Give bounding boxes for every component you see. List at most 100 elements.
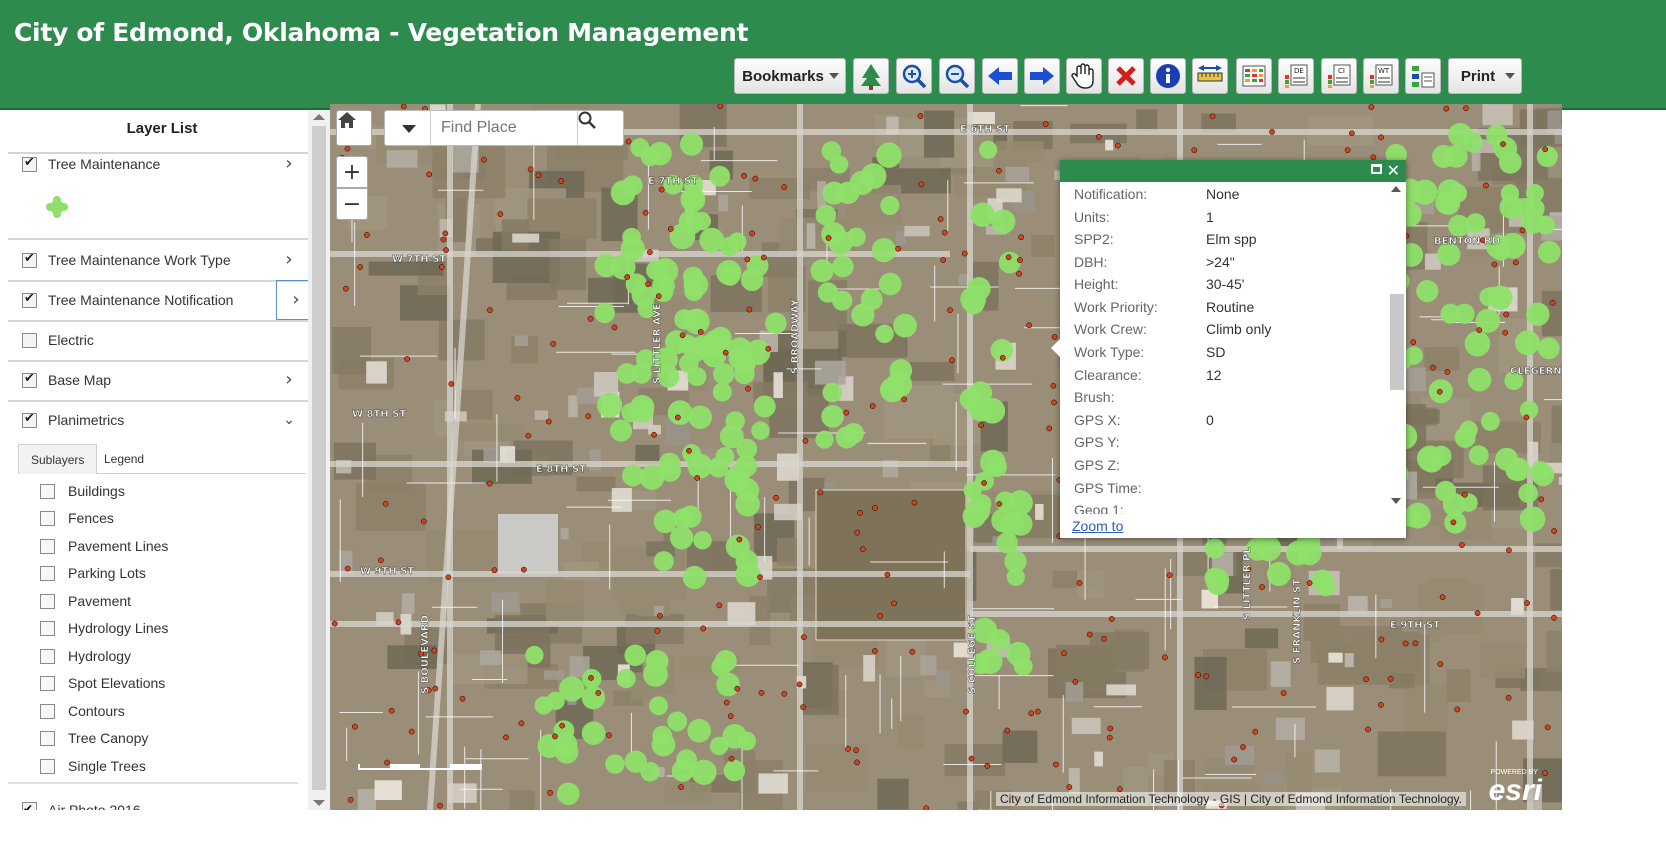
address-point: [686, 447, 692, 454]
address-point: [961, 250, 968, 257]
search-button[interactable]: [577, 111, 623, 145]
sublayer-checkbox[interactable]: [40, 484, 55, 499]
popup-scroll-thumb[interactable]: [1390, 294, 1404, 390]
layer-list-button[interactable]: [1405, 58, 1441, 94]
sublayer-checkbox[interactable]: [40, 759, 55, 774]
svg-text:WT: WT: [1378, 67, 1390, 75]
layer-row-base-map[interactable]: Base Map ›: [8, 360, 316, 402]
pan-button[interactable]: [1066, 58, 1102, 94]
layer-row-work-type[interactable]: Tree Maintenance Work Type ›: [8, 240, 316, 282]
attribute-table-button[interactable]: [1236, 58, 1272, 94]
address-point: [1459, 542, 1465, 548]
layer-row-notification[interactable]: Tree Maintenance Notification ›: [8, 280, 316, 322]
previous-extent-button[interactable]: [982, 58, 1018, 94]
sublayer-checkbox[interactable]: [40, 704, 55, 719]
tree-symbol: [581, 721, 606, 745]
layer-checkbox[interactable]: [22, 411, 37, 428]
sublayer-checkbox[interactable]: [40, 731, 55, 746]
sublayer-checkbox[interactable]: [40, 621, 55, 636]
tree-symbol: [886, 371, 913, 398]
sublayer-checkbox[interactable]: [40, 676, 55, 691]
map-view[interactable]: E 6TH ST E 7TH ST W 7TH ST W 8TH ST E 8TH ST…: [330, 104, 1562, 810]
sublayer-checkbox[interactable]: [40, 511, 55, 526]
chevron-right-icon[interactable]: ›: [280, 370, 298, 390]
popup-scrollbar[interactable]: [1388, 186, 1404, 506]
measure-button[interactable]: [1192, 58, 1228, 94]
clear-button[interactable]: [1108, 58, 1144, 94]
layer-checkbox[interactable]: [22, 291, 37, 308]
bookmarks-button[interactable]: Bookmarks: [734, 58, 846, 94]
layer-row-tree-maintenance[interactable]: Tree Maintenance ›: [8, 144, 316, 240]
ground-patch: [1480, 642, 1525, 679]
layer-checkbox[interactable]: [22, 371, 37, 388]
tree-icon: [861, 64, 881, 90]
street-label: S BROADWAY: [790, 298, 801, 374]
scroll-down-icon[interactable]: [1391, 498, 1401, 504]
address-point: [694, 475, 701, 481]
layer-checkbox[interactable]: [22, 333, 37, 348]
field-name: DBH:: [1074, 254, 1108, 270]
street-label: S COLLEGE ST: [967, 615, 978, 694]
sublayer-checkbox[interactable]: [40, 539, 55, 554]
building-roof: [1005, 166, 1030, 182]
zoom-in-map-button[interactable]: +: [336, 156, 368, 188]
address-point: [1365, 726, 1371, 733]
building-roof: [1035, 504, 1044, 520]
address-point: [487, 307, 493, 313]
tree-symbol: [678, 209, 704, 235]
layer-checkbox[interactable]: [22, 251, 37, 268]
tab-legend[interactable]: Legend: [92, 444, 156, 474]
address-point: [1538, 496, 1545, 503]
close-icon[interactable]: ✕: [1387, 160, 1400, 182]
sublayer-checkbox[interactable]: [40, 566, 55, 581]
layer-row-planimetrics[interactable]: Planimetrics ⌄: [8, 400, 316, 442]
scroll-up-icon[interactable]: [1391, 186, 1401, 192]
address-point: [503, 734, 509, 741]
chevron-right-icon[interactable]: ›: [280, 154, 298, 174]
address-point: [624, 274, 631, 280]
panel-scroll-thumb[interactable]: [312, 126, 326, 790]
ci-report-button[interactable]: CI: [1321, 58, 1357, 94]
sublayer-checkbox[interactable]: [40, 649, 55, 664]
chevron-down-icon[interactable]: ⌄: [280, 410, 298, 430]
popup-field: GPS Y:: [1074, 432, 1384, 454]
panel-scrollbar[interactable]: [308, 110, 330, 812]
address-point: [854, 529, 861, 536]
address-point: [1443, 105, 1450, 112]
tab-sublayers[interactable]: Sublayers: [18, 444, 98, 474]
address-point: [1162, 654, 1168, 661]
tree-symbol: [1524, 198, 1545, 219]
zoom-in-button[interactable]: [896, 58, 932, 94]
layer-row-electric[interactable]: Electric: [8, 320, 316, 362]
next-extent-button[interactable]: [1024, 58, 1060, 94]
tree-symbol: [581, 686, 605, 710]
address-point: [657, 612, 663, 619]
identify-button[interactable]: [1150, 58, 1186, 94]
scroll-down-icon[interactable]: [313, 800, 325, 806]
home-button[interactable]: [336, 110, 372, 146]
building-roof: [904, 225, 930, 237]
address-point: [1034, 708, 1041, 715]
street-label: E 7TH ST: [648, 176, 698, 187]
de-report-button[interactable]: DE: [1278, 58, 1314, 94]
tree-tool-button[interactable]: [853, 58, 889, 94]
layer-checkbox[interactable]: [22, 155, 37, 172]
zoom-in-icon: [902, 64, 927, 89]
tree-symbol: [878, 272, 902, 296]
zoom-out-button[interactable]: [939, 58, 975, 94]
sublayer-checkbox[interactable]: [40, 594, 55, 609]
tree-symbol: [1405, 502, 1431, 529]
ground-patch: [1377, 731, 1447, 777]
chevron-right-icon[interactable]: ›: [280, 250, 298, 270]
search-source-dropdown[interactable]: [385, 111, 431, 145]
wt-report-button[interactable]: WT: [1363, 58, 1399, 94]
scroll-up-icon[interactable]: [313, 114, 325, 120]
zoom-to-link[interactable]: Zoom to: [1072, 518, 1123, 534]
maximize-icon[interactable]: [1371, 164, 1382, 174]
street-label: E 6TH ST: [960, 124, 1010, 135]
zoom-out-map-button[interactable]: −: [336, 188, 368, 220]
street-label: S FRANKLIN ST: [1292, 579, 1303, 664]
address-point: [700, 625, 707, 632]
search-input[interactable]: [441, 117, 575, 139]
print-button[interactable]: Print: [1448, 58, 1522, 94]
